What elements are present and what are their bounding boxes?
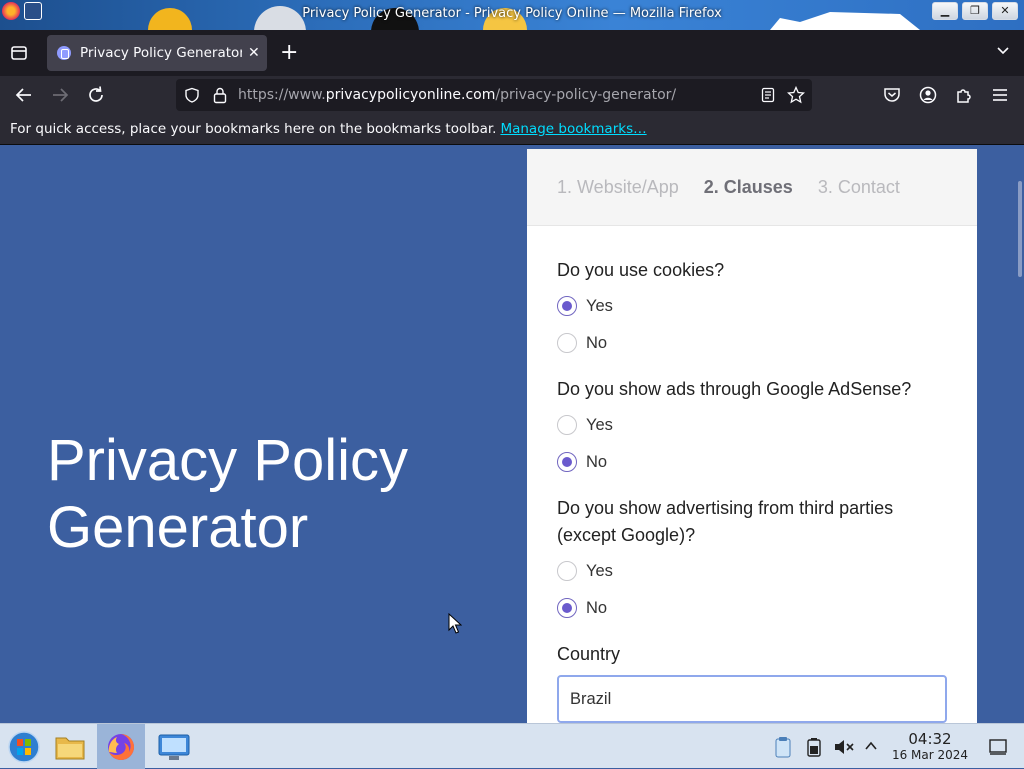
- country-input[interactable]: Brazil: [557, 675, 947, 723]
- hamburger-menu-icon[interactable]: [989, 84, 1011, 106]
- step-website-app[interactable]: 1. Website/App: [557, 177, 679, 198]
- url-bar[interactable]: https://www.privacypolicyonline.com/priv…: [176, 79, 812, 111]
- bookmarks-toolbar: For quick access, place your bookmarks h…: [0, 114, 1024, 145]
- tab-bar: Privacy Policy Generator ✕ +: [0, 30, 1024, 76]
- new-tab-icon[interactable]: +: [280, 42, 298, 64]
- system-settings-icon: [158, 734, 190, 760]
- firefox-icon: [108, 733, 134, 760]
- clock-date: 16 Mar 2024: [891, 748, 969, 762]
- maximize-button[interactable]: ❐: [962, 2, 988, 20]
- manage-bookmarks-link[interactable]: Manage bookmarks…: [500, 121, 646, 137]
- adsense-no-radio[interactable]: [557, 452, 577, 472]
- bookmarks-message: For quick access, place your bookmarks h…: [10, 121, 647, 137]
- question-cookies: Do you use cookies?: [557, 260, 725, 280]
- adsense-yes-radio[interactable]: [557, 415, 577, 435]
- cookies-yes-radio[interactable]: [557, 296, 577, 316]
- window-title: Privacy Policy Generator - Privacy Polic…: [302, 6, 722, 21]
- folder-icon: [55, 737, 85, 759]
- account-icon[interactable]: [917, 84, 939, 106]
- tab-label: Privacy Policy Generator: [80, 45, 242, 61]
- firefox-taskbar-button[interactable]: [97, 724, 145, 769]
- minimize-button[interactable]: ▁: [932, 2, 958, 20]
- taskbar-clock[interactable]: 04:32 16 Mar 2024: [888, 731, 972, 763]
- back-arrow-icon[interactable]: [13, 84, 35, 106]
- show-desktop-icon[interactable]: [988, 738, 1008, 756]
- clock-time: 04:32: [908, 730, 952, 748]
- lock-favicon-icon: [57, 46, 71, 60]
- third-party-yes-option[interactable]: Yes: [557, 561, 613, 581]
- radio-label: Yes: [586, 561, 613, 580]
- file-manager-taskbar-button[interactable]: [46, 724, 94, 769]
- third-party-no-option[interactable]: No: [557, 598, 607, 618]
- clipboard-tray-icon[interactable]: [774, 736, 792, 758]
- extensions-icon[interactable]: [953, 84, 975, 106]
- close-tab-icon[interactable]: ✕: [248, 45, 260, 61]
- step-clauses[interactable]: 2. Clauses: [704, 177, 793, 198]
- url-prefix: https://www.: [238, 87, 326, 103]
- radio-label: Yes: [586, 296, 613, 315]
- adsense-yes-option[interactable]: Yes: [557, 415, 613, 435]
- mouse-pointer-icon: [448, 613, 462, 634]
- step-indicator: 1. Website/App 2. Clauses 3. Contact: [527, 149, 977, 226]
- cookies-no-option[interactable]: No: [557, 333, 607, 353]
- url-domain: privacypolicyonline.com: [325, 87, 496, 103]
- reload-icon[interactable]: [85, 84, 107, 106]
- generator-form: 1. Website/App 2. Clauses 3. Contact Do …: [527, 149, 977, 723]
- question-adsense: Do you show ads through Google AdSense?: [557, 379, 912, 399]
- tab-privacy-policy-generator[interactable]: Privacy Policy Generator ✕: [47, 35, 267, 71]
- web-page: Privacy Policy Generator 1. Website/App …: [0, 145, 1024, 723]
- taskbar: 04:32 16 Mar 2024: [0, 723, 1024, 769]
- radio-label: Yes: [586, 415, 613, 434]
- adsense-no-option[interactable]: No: [557, 452, 607, 472]
- navigation-toolbar: https://www.privacypolicyonline.com/priv…: [0, 76, 1024, 114]
- shield-icon[interactable]: [184, 87, 200, 103]
- bookmarks-message-text: For quick access, place your bookmarks h…: [10, 121, 497, 137]
- question-third-party-ads: Do you show advertising from third parti…: [557, 498, 894, 545]
- url-path: /privacy-policy-generator/: [495, 87, 677, 103]
- chevron-up-icon[interactable]: [864, 740, 878, 752]
- third-party-no-radio[interactable]: [557, 598, 577, 618]
- bookmark-star-icon[interactable]: [787, 86, 805, 104]
- pocket-icon[interactable]: [881, 84, 903, 106]
- system-settings-taskbar-button[interactable]: [150, 724, 198, 769]
- cookies-no-radio[interactable]: [557, 333, 577, 353]
- window-titlebar: Privacy Policy Generator - Privacy Polic…: [0, 0, 1024, 30]
- cookies-yes-option[interactable]: Yes: [557, 296, 613, 316]
- radio-label: No: [586, 452, 608, 471]
- step-contact[interactable]: 3. Contact: [818, 177, 900, 198]
- country-label: Country: [557, 644, 621, 664]
- speaker-muted-icon[interactable]: [833, 737, 855, 757]
- reader-view-icon[interactable]: [760, 87, 776, 103]
- battery-tray-icon[interactable]: [805, 737, 823, 757]
- url-text[interactable]: https://www.privacypolicyonline.com/priv…: [238, 87, 676, 103]
- lock-icon[interactable]: [212, 86, 228, 104]
- chevron-down-icon[interactable]: [996, 44, 1010, 58]
- start-menu-button[interactable]: [0, 724, 48, 769]
- close-button[interactable]: ✕: [992, 2, 1018, 20]
- forward-arrow-icon[interactable]: [49, 84, 71, 106]
- radio-label: No: [586, 333, 608, 352]
- page-scrollbar[interactable]: [1018, 181, 1022, 277]
- tab-list-icon[interactable]: [8, 42, 30, 64]
- start-orb-icon: [8, 730, 40, 763]
- third-party-yes-radio[interactable]: [557, 561, 577, 581]
- radio-label: No: [586, 598, 608, 617]
- page-title: Privacy Policy Generator: [47, 428, 408, 560]
